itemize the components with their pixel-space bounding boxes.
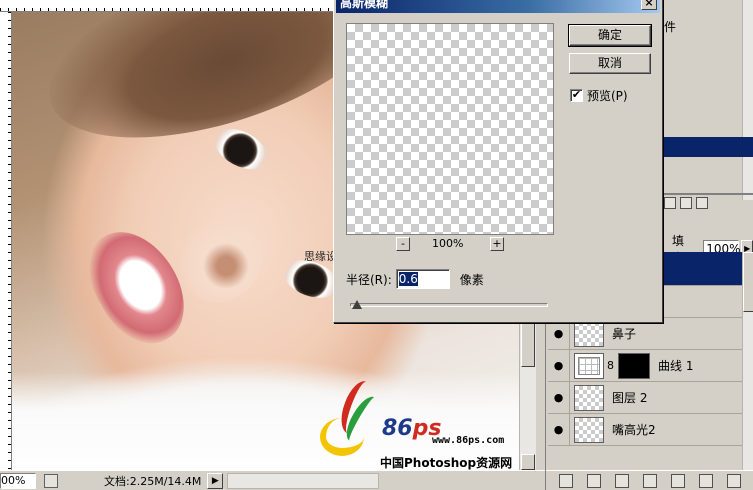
radius-slider-track[interactable] (350, 303, 548, 307)
logo-chinese-name: 中国Photoshop资源网 (380, 456, 513, 470)
layer-thumbnail[interactable] (574, 320, 604, 347)
document-size-info: 文档:2.25M/14.4M (104, 474, 202, 488)
mini-tool-icon[interactable] (680, 197, 692, 209)
layer-row[interactable]: ● 图层 2 (548, 382, 753, 414)
preview-checkbox-row[interactable]: ✔ 预览(P) (570, 87, 628, 104)
radius-value: 0.6 (398, 272, 418, 286)
layer-mask-icon[interactable] (615, 473, 629, 488)
layer-thumbnail[interactable] (574, 416, 604, 443)
layers-bottom-toolbar (546, 470, 753, 490)
status-bar: 00% 文档:2.25M/14.4M ▶ (0, 470, 545, 490)
zoom-out-button[interactable]: - (396, 237, 410, 251)
new-layer-icon[interactable] (699, 473, 713, 488)
eye-icon[interactable]: ● (548, 382, 570, 413)
layer-thumbnail[interactable] (574, 384, 604, 411)
layers-scroll-thumb[interactable] (743, 252, 753, 312)
adjustment-layer-icon[interactable] (643, 473, 657, 488)
mini-tool-icon[interactable] (696, 197, 708, 209)
eye-icon[interactable]: ● (548, 414, 570, 445)
blur-preview-area[interactable] (346, 23, 554, 235)
panel-mini-toolbar (664, 197, 753, 211)
radius-unit-label: 像素 (459, 272, 484, 287)
status-nav-icon[interactable] (44, 473, 58, 488)
preview-checkbox-label: 预览(P) (587, 89, 628, 103)
layer-style-icon[interactable] (587, 473, 601, 488)
eye-icon[interactable]: ● (548, 350, 570, 381)
layer-name: 曲线 1 (658, 359, 694, 373)
curves-adjustment-thumbnail[interactable] (574, 352, 604, 379)
radius-row: 半径(R): 0.6 像素 (346, 269, 484, 289)
new-group-icon[interactable] (671, 473, 685, 488)
photoshop-window: 思缘设计论坛 www.MISSYUAN.COM 86ps www.86ps.co… (0, 0, 753, 490)
status-menu-arrow-icon[interactable]: ▶ (207, 472, 224, 489)
close-icon[interactable]: × (641, 0, 657, 10)
trash-icon[interactable] (727, 473, 741, 488)
layer-row[interactable]: ● 嘴高光2 (548, 414, 753, 446)
radius-label: 半径(R): (346, 272, 392, 287)
panel-selected-item[interactable] (664, 137, 753, 157)
layer-row[interactable]: ● 8 曲线 1 (548, 350, 753, 382)
left-eye (207, 120, 275, 178)
panel-divider (664, 193, 753, 195)
logo-url: www.86ps.com (432, 435, 505, 446)
86ps-logo: 86ps www.86ps.com 中国Photoshop资源网 (318, 372, 519, 470)
radius-input[interactable]: 0.6 (395, 269, 450, 289)
layer-name: 鼻子 (612, 327, 637, 341)
zoom-level-field[interactable]: 00% (0, 472, 36, 489)
layers-scrollbar[interactable] (742, 252, 753, 470)
gaussian-blur-dialog: 高斯模糊 × - 100% + 确定 取消 ✔ 预览(P) 半径(R): 0.6… (333, 0, 663, 323)
layer-name: 图层 2 (612, 391, 648, 405)
panel-tab-label: 件 (664, 20, 677, 34)
panel-scrollbar[interactable] (742, 0, 753, 200)
scroll-down-arrow[interactable] (521, 454, 535, 470)
check-icon[interactable]: ✔ (570, 89, 583, 102)
logo-yellow-swoosh (320, 418, 364, 456)
cancel-button[interactable]: 取消 (569, 53, 651, 74)
dialog-title: 高斯模糊 (340, 0, 389, 10)
logo-brand-number: 86 (382, 416, 413, 441)
preview-zoom-value: 100% (432, 237, 464, 250)
layer-mask-thumbnail[interactable] (618, 352, 650, 379)
dialog-titlebar[interactable]: 高斯模糊 × (336, 0, 660, 13)
link-layers-icon[interactable] (559, 473, 573, 488)
zoom-in-button[interactable]: + (490, 237, 504, 251)
vertical-ruler (0, 12, 12, 470)
document-horizontal-scrollbar[interactable] (227, 472, 380, 489)
ok-button[interactable]: 确定 (568, 24, 652, 47)
chain-link-icon[interactable]: 8 (607, 359, 617, 372)
radius-slider-thumb[interactable] (352, 300, 362, 309)
mini-tool-icon[interactable] (664, 197, 676, 209)
nose (172, 212, 262, 302)
layer-name: 嘴高光2 (612, 423, 656, 437)
